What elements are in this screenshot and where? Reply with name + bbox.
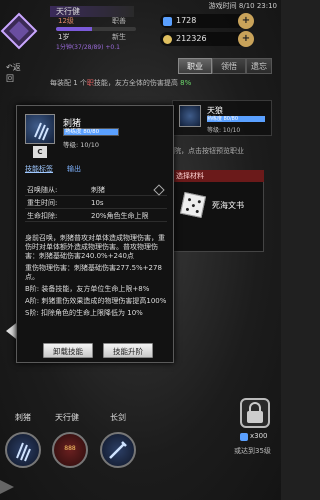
skill-slot-3[interactable] [100, 432, 136, 468]
grade-badge: C [33, 146, 47, 158]
wolf-icon [179, 105, 201, 127]
add-coin-button[interactable]: + [238, 31, 254, 47]
player-exp-text: 1分钟(37/28/89) +0.1 [56, 44, 120, 51]
slot-label-3: 长剑 [110, 413, 126, 422]
player-name: 天行健 [56, 7, 80, 16]
skill-popup: C 刺猪 熟练度 80/80 等级: 10/10 技能标签 输出 召唤随从: 刺… [16, 105, 174, 363]
tab-comprehend[interactable]: 领悟 [212, 58, 246, 74]
preview-hint: 院，点击按钮预览职业 [174, 147, 244, 155]
tab-forget[interactable]: 遗忘 [246, 58, 272, 74]
job-level: 等级: 10/10 [207, 127, 241, 134]
stat-row-respawn: 重生时间: 10s [25, 197, 167, 209]
gem-icon [240, 433, 248, 441]
skill-slot-2[interactable]: 888 [52, 432, 88, 468]
tab-skill-tags[interactable]: 技能标签 [25, 164, 53, 174]
unlock-cost: x300 [240, 432, 268, 441]
info-icon[interactable] [153, 184, 165, 196]
player-age: 1岁 [58, 33, 70, 41]
material-name: 死海文书 [212, 201, 244, 210]
skill-exp-label: 熟练度 80/80 [65, 129, 100, 135]
slot-label-2: 天行健 [55, 413, 79, 422]
back-icon: ↶ [6, 63, 13, 72]
slot-label-1: 刺猪 [15, 413, 31, 422]
coin-value: 212326 [176, 34, 207, 43]
upgrade-skill-button[interactable]: 技能升阶 [103, 343, 153, 358]
stat-row-summon: 召唤随从: 刺猪 [25, 184, 167, 196]
tab-output[interactable]: 输出 [67, 164, 81, 174]
desc-base: 身前召唤，刺猪普攻对单体造成物理伤害，重伤时对单体额外造成物理伤害。普攻物理伤害… [25, 234, 165, 260]
add-gem-button[interactable]: + [238, 13, 254, 29]
claw-icon [16, 442, 31, 462]
coin-icon [163, 35, 172, 44]
player-exp-bar [56, 27, 136, 31]
resource-gem: 1728 + [160, 13, 254, 29]
skill-level: 等级: 10/10 [63, 141, 99, 149]
return-button[interactable]: ↶返回 [6, 62, 28, 83]
gem-value: 1728 [176, 16, 197, 25]
job-exp-label: 熟练度 80/80 [207, 116, 238, 122]
skill-description: 身前召唤，刺猪普攻对单体造成物理伤害，重伤时对单体额外造成物理伤害。普攻物理伤害… [25, 234, 171, 321]
desc-tier-a: A阶: 刺猪重伤效果造成的物理伤害提高100% [25, 297, 167, 305]
sword-icon [109, 441, 127, 459]
unlock-condition: 或达到35级 [234, 447, 271, 455]
player-level: 12级 [58, 17, 74, 25]
skill-slot-1[interactable] [5, 432, 41, 468]
bonus-banner: 每装配 1 个职技能，友方全体的伤害提高 8% [50, 79, 192, 87]
slot-badge: 888 [64, 445, 76, 452]
player-title: 职善 [112, 17, 126, 25]
claw-icon [25, 114, 55, 144]
materials-header: 选择材料 [172, 170, 264, 182]
player-stage: 新生 [112, 33, 126, 41]
stat-row-hp-cost: 生命扣除: 20%角色生命上限 [25, 210, 167, 222]
gem-icon [163, 17, 172, 26]
game-time: 游戏时间 8/10 23:10 [208, 2, 277, 10]
job-card-tianlang[interactable]: 天狼 熟练度 80/80 等级: 10/10 [172, 100, 272, 136]
tab-job[interactable]: 职业 [178, 58, 212, 74]
dice-icon [179, 191, 207, 219]
unload-skill-button[interactable]: 卸载技能 [43, 343, 93, 358]
locked-slot[interactable] [240, 398, 270, 428]
resource-coin: 212326 + [160, 31, 254, 47]
material-item[interactable]: 死海文书 [178, 190, 258, 220]
desc-crit: 重伤物理伤害：刺猪基础伤害277.5%+278点。 [25, 264, 162, 281]
desc-tier-s: S阶: 扣除角色的生命上限降低为 10% [25, 309, 143, 317]
status-bar: 游戏时间 8/10 23:10 [0, 0, 281, 12]
desc-tier-b: B阶: 装备技能，友方单位生命上限+8% [25, 285, 150, 293]
